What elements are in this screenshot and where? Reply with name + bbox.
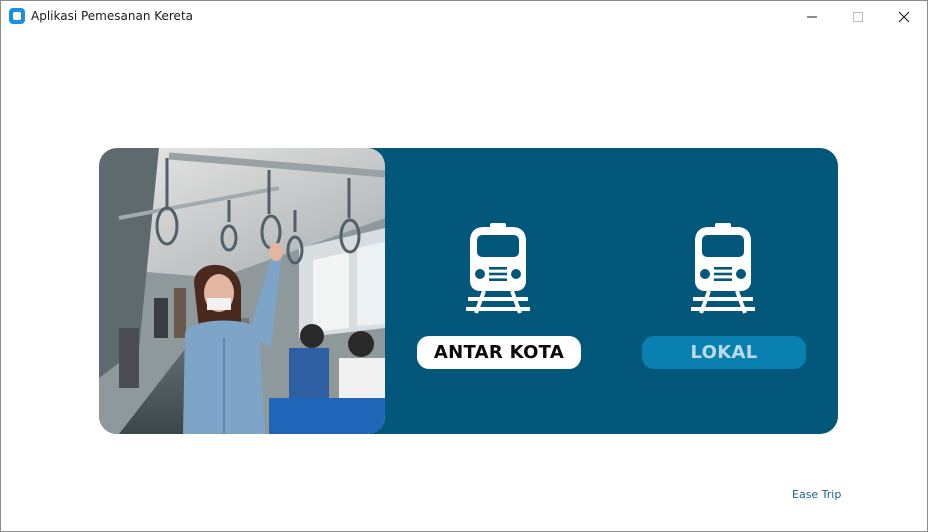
close-button[interactable]: [881, 1, 927, 32]
antar-kota-button[interactable]: ANTAR KOTA: [417, 336, 581, 369]
train-icon: [466, 223, 530, 314]
title-bar[interactable]: Aplikasi Pemesanan Kereta: [1, 1, 927, 32]
app-icon: [9, 8, 25, 24]
minimize-button[interactable]: [789, 1, 835, 32]
close-icon: [898, 11, 910, 22]
option-antar-kota[interactable]: ANTAR KOTA: [416, 148, 581, 434]
ease-trip-link[interactable]: Ease Trip: [792, 488, 841, 501]
maximize-icon: [853, 11, 863, 22]
option-lokal[interactable]: LOKAL: [641, 148, 806, 434]
minimize-icon: [807, 16, 817, 17]
train-passenger-photo: [99, 148, 385, 434]
app-window: Aplikasi Pemesanan Kereta ANTAR KOTA LOK…: [0, 0, 928, 532]
lokal-button[interactable]: LOKAL: [642, 336, 806, 369]
train-icon: [691, 223, 755, 314]
selection-card: ANTAR KOTA LOKAL: [99, 148, 838, 434]
maximize-button[interactable]: [835, 1, 881, 32]
window-title: Aplikasi Pemesanan Kereta: [31, 9, 193, 23]
